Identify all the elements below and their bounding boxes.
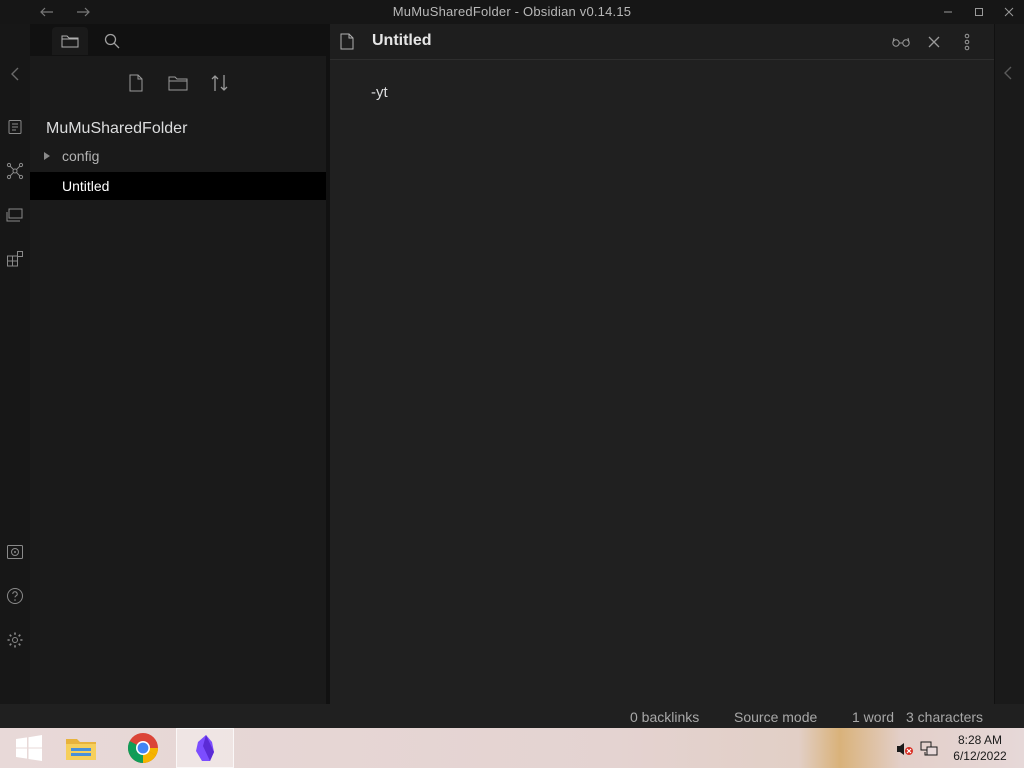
sidebar-tabs [30, 24, 330, 56]
tree-file-untitled[interactable]: Untitled [30, 172, 326, 200]
chevron-right-icon [44, 152, 50, 160]
vault-name: MuMuSharedFolder [46, 120, 188, 137]
reading-view-icon[interactable] [890, 31, 912, 53]
right-sidebar-collapsed [994, 24, 1024, 704]
ribbon [0, 24, 31, 704]
maximize-icon[interactable] [970, 3, 988, 21]
word-count: 1 word [852, 709, 895, 725]
status-bar: 0 backlinks Source mode 1 word 3 charact… [0, 704, 1024, 728]
backlinks-count[interactable]: 0 backlinks [630, 709, 699, 725]
close-icon[interactable] [1000, 3, 1018, 21]
file-icon [340, 33, 354, 50]
network-icon[interactable] [920, 740, 938, 758]
windows-start-icon[interactable] [0, 728, 58, 768]
chrome-icon[interactable] [114, 728, 172, 768]
note-title[interactable]: Untitled [372, 32, 432, 50]
tree-file-label: Untitled [62, 178, 110, 194]
obsidian-icon[interactable] [176, 728, 234, 768]
clock-time: 8:28 AM [957, 733, 1003, 747]
collapse-left-icon[interactable] [5, 64, 25, 84]
kanban-icon[interactable] [5, 249, 25, 269]
clock-date: 6/12/2022 [953, 749, 1007, 763]
help-icon[interactable] [5, 586, 25, 606]
slides-icon[interactable] [5, 205, 25, 225]
title-bar: MuMuSharedFolder - Obsidian v0.14.15 [0, 0, 1024, 24]
new-folder-icon[interactable] [165, 70, 191, 96]
graph-view-icon[interactable] [5, 161, 25, 181]
settings-icon[interactable] [5, 630, 25, 650]
expand-right-icon[interactable] [1003, 66, 1013, 80]
sort-icon[interactable] [207, 70, 233, 96]
tree-folder-config[interactable]: config [30, 144, 326, 170]
taskbar: 8:28 AM 6/12/2022 [0, 728, 1024, 768]
clock[interactable]: 8:28 AM 6/12/2022 [944, 732, 1016, 764]
editor-pane: Untitled -yt [330, 24, 994, 704]
more-options-icon[interactable] [956, 31, 978, 53]
minimize-icon[interactable] [939, 3, 957, 21]
file-explorer-sidebar: MuMuSharedFolder config Untitled [30, 24, 330, 704]
tree-folder-label: config [62, 148, 100, 164]
close-tab-icon[interactable] [923, 31, 945, 53]
editor-content[interactable]: -yt [371, 84, 388, 101]
search-icon[interactable] [94, 27, 130, 55]
editor-mode[interactable]: Source mode [734, 709, 817, 725]
character-count: 3 characters [906, 709, 984, 725]
vault-icon[interactable] [5, 542, 25, 562]
volume-muted-icon[interactable] [896, 740, 914, 758]
window-title: MuMuSharedFolder - Obsidian v0.14.15 [392, 4, 632, 19]
quick-switcher-icon[interactable] [5, 117, 25, 137]
folder-icon[interactable] [52, 27, 88, 55]
file-explorer-icon[interactable] [52, 728, 110, 768]
new-note-icon[interactable] [123, 70, 149, 96]
editor-header: Untitled [330, 24, 994, 60]
